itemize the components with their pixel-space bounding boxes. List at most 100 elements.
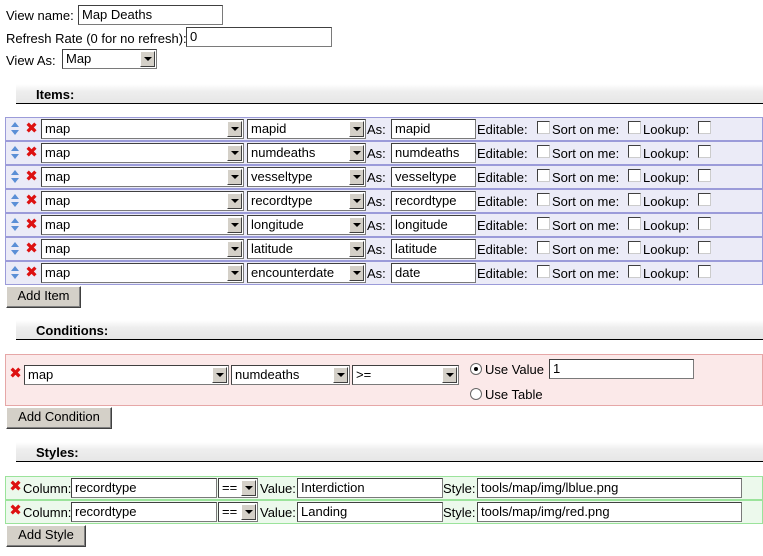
condition-table-select[interactable]: map (24, 365, 229, 385)
editable-checkbox[interactable] (537, 145, 550, 158)
items-section-header: Items: (16, 84, 763, 104)
item-table-select[interactable]: map (41, 191, 244, 211)
sort-checkbox[interactable] (628, 217, 641, 230)
delete-icon[interactable]: ✖ (25, 169, 38, 184)
lookup-checkbox[interactable] (698, 145, 711, 158)
delete-icon[interactable]: ✖ (25, 241, 38, 256)
editable-checkbox[interactable] (537, 121, 550, 134)
editable-checkbox[interactable] (537, 265, 550, 278)
lookup-label: Lookup: (643, 170, 690, 185)
column-label: Column: (23, 505, 72, 520)
lookup-checkbox[interactable] (698, 121, 711, 134)
item-table-select[interactable]: map (41, 167, 244, 187)
item-table-select[interactable]: map (41, 263, 244, 283)
chevron-down-icon (349, 217, 364, 233)
lookup-checkbox[interactable] (698, 217, 711, 230)
delete-icon[interactable]: ✖ (9, 366, 22, 381)
item-column-select[interactable]: recordtype (247, 191, 366, 211)
up-down-arrows-icon[interactable] (10, 217, 21, 233)
add-item-button[interactable]: Add Item (6, 286, 81, 308)
editable-label: Editable: (477, 122, 528, 137)
lookup-checkbox[interactable] (698, 265, 711, 278)
delete-icon[interactable]: ✖ (25, 121, 38, 136)
up-down-arrows-icon[interactable] (10, 193, 21, 209)
style-operator-value: == (222, 504, 238, 519)
lookup-checkbox[interactable] (698, 169, 711, 182)
refresh-rate-input[interactable]: 0 (186, 27, 332, 47)
chevron-down-icon (349, 121, 364, 137)
style-path-input[interactable]: tools/map/img/lblue.png (477, 478, 742, 498)
add-style-button[interactable]: Add Style (6, 525, 86, 547)
item-row: ✖ map longitude As: longitude Editable: Sort o… (5, 213, 763, 237)
delete-icon[interactable]: ✖ (25, 217, 38, 232)
as-label: As: (367, 170, 386, 185)
item-alias-input[interactable]: latitude (391, 239, 476, 259)
delete-icon[interactable]: ✖ (9, 479, 22, 494)
styles-section-title: Styles: (36, 445, 79, 460)
chevron-down-icon (442, 367, 457, 383)
sort-checkbox[interactable] (628, 265, 641, 278)
use-table-radio[interactable] (470, 388, 482, 400)
sort-checkbox[interactable] (628, 241, 641, 254)
style-operator-select[interactable]: == (218, 478, 258, 498)
style-value-input[interactable]: Landing (297, 502, 443, 522)
item-alias-input[interactable]: mapid (391, 119, 476, 139)
conditions-section-title: Conditions: (36, 323, 109, 338)
delete-icon[interactable]: ✖ (25, 145, 38, 160)
item-table-select[interactable]: map (41, 119, 244, 139)
item-column-value: latitude (251, 241, 293, 256)
condition-column-select[interactable]: numdeaths (231, 365, 350, 385)
as-label: As: (367, 242, 386, 257)
add-condition-button[interactable]: Add Condition (6, 407, 112, 429)
item-table-select[interactable]: map (41, 215, 244, 235)
view-as-select[interactable]: Map (62, 49, 157, 69)
up-down-arrows-icon[interactable] (10, 241, 21, 257)
item-alias-input[interactable]: date (391, 263, 476, 283)
item-column-select[interactable]: longitude (247, 215, 366, 235)
item-alias-input[interactable]: vesseltype (391, 167, 476, 187)
delete-icon[interactable]: ✖ (25, 193, 38, 208)
item-column-value: vesseltype (251, 169, 313, 184)
editable-checkbox[interactable] (537, 169, 550, 182)
editable-checkbox[interactable] (537, 241, 550, 254)
style-label: Style: (443, 481, 476, 496)
lookup-checkbox[interactable] (698, 241, 711, 254)
item-table-select[interactable]: map (41, 143, 244, 163)
item-alias-input[interactable]: longitude (391, 215, 476, 235)
item-table-select[interactable]: map (41, 239, 244, 259)
item-alias-input[interactable]: recordtype (391, 191, 476, 211)
style-value-input[interactable]: Interdiction (297, 478, 443, 498)
condition-operator-select[interactable]: >= (352, 365, 459, 385)
delete-icon[interactable]: ✖ (25, 265, 38, 280)
use-value-radio[interactable] (470, 363, 482, 375)
up-down-arrows-icon[interactable] (10, 169, 21, 185)
style-label: Style: (443, 505, 476, 520)
item-column-select[interactable]: mapid (247, 119, 366, 139)
up-down-arrows-icon[interactable] (10, 265, 21, 281)
lookup-checkbox[interactable] (698, 193, 711, 206)
delete-icon[interactable]: ✖ (9, 503, 22, 518)
sort-checkbox[interactable] (628, 169, 641, 182)
as-label: As: (367, 194, 386, 209)
style-path-input[interactable]: tools/map/img/red.png (477, 502, 742, 522)
item-column-select[interactable]: numdeaths (247, 143, 366, 163)
sort-checkbox[interactable] (628, 121, 641, 134)
item-alias-input[interactable]: numdeaths (391, 143, 476, 163)
item-column-select[interactable]: latitude (247, 239, 366, 259)
condition-table-value: map (28, 367, 54, 382)
sort-checkbox[interactable] (628, 193, 641, 206)
view-name-input[interactable]: Map Deaths (78, 5, 223, 25)
editable-checkbox[interactable] (537, 217, 550, 230)
value-label: Value: (260, 481, 296, 496)
item-column-value: longitude (251, 217, 304, 232)
up-down-arrows-icon[interactable] (10, 121, 21, 137)
style-column-input[interactable]: recordtype (71, 478, 217, 498)
item-column-select[interactable]: vesseltype (247, 167, 366, 187)
condition-value-input[interactable]: 1 (549, 359, 694, 379)
sort-checkbox[interactable] (628, 145, 641, 158)
item-column-select[interactable]: encounterdate (247, 263, 366, 283)
style-operator-select[interactable]: == (218, 502, 258, 522)
style-column-input[interactable]: recordtype (71, 502, 217, 522)
up-down-arrows-icon[interactable] (10, 145, 21, 161)
editable-checkbox[interactable] (537, 193, 550, 206)
